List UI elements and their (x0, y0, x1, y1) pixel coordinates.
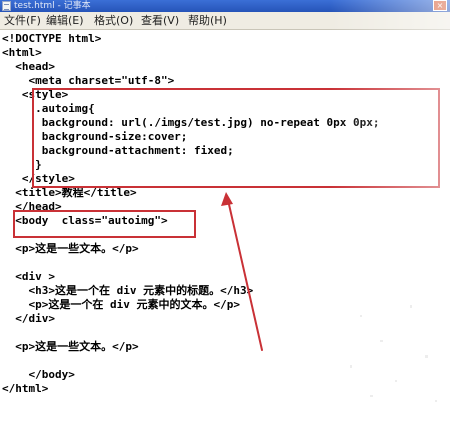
code-line: <p>这是一个在 div 元素中的文本。</p> (2, 298, 240, 311)
menu-file[interactable]: 文件(F) (4, 12, 41, 29)
code-line: <head> (2, 60, 55, 73)
code-line: </html> (2, 382, 49, 395)
code-line: <p>这是一些文本。</p> (2, 340, 139, 353)
code-line: <h3>这是一个在 div 元素中的标题。</h3> (2, 284, 254, 297)
menu-edit[interactable]: 编辑(E) (46, 12, 84, 29)
menu-view[interactable]: 查看(V) (141, 12, 179, 29)
code-line: <!DOCTYPE html> (2, 32, 102, 45)
code-line: <html> (2, 46, 42, 59)
menu-format[interactable]: 格式(O) (94, 12, 133, 29)
code-line: </div> (2, 312, 55, 325)
close-button[interactable]: × (433, 0, 447, 11)
code-line: <div > (2, 270, 55, 283)
code-line: </body> (2, 368, 75, 381)
menu-help[interactable]: 帮助(H) (188, 12, 227, 29)
notepad-window: test.html - 记事本 × 文件(F) 编辑(E) 格式(O) 查看(V… (0, 0, 450, 425)
code-line: <title>教程</title> (2, 186, 137, 199)
notepad-app-icon (2, 1, 11, 11)
code-line: <meta charset="utf-8"> (2, 74, 175, 87)
window-title: test.html - 记事本 (14, 1, 91, 11)
style-block-highlight (32, 88, 440, 188)
title-bar[interactable]: test.html - 记事本 × (0, 0, 450, 12)
code-line: <p>这是一些文本。</p> (2, 242, 139, 255)
body-tag-highlight (13, 210, 196, 238)
menu-bar: 文件(F) 编辑(E) 格式(O) 查看(V) 帮助(H) (0, 12, 450, 30)
